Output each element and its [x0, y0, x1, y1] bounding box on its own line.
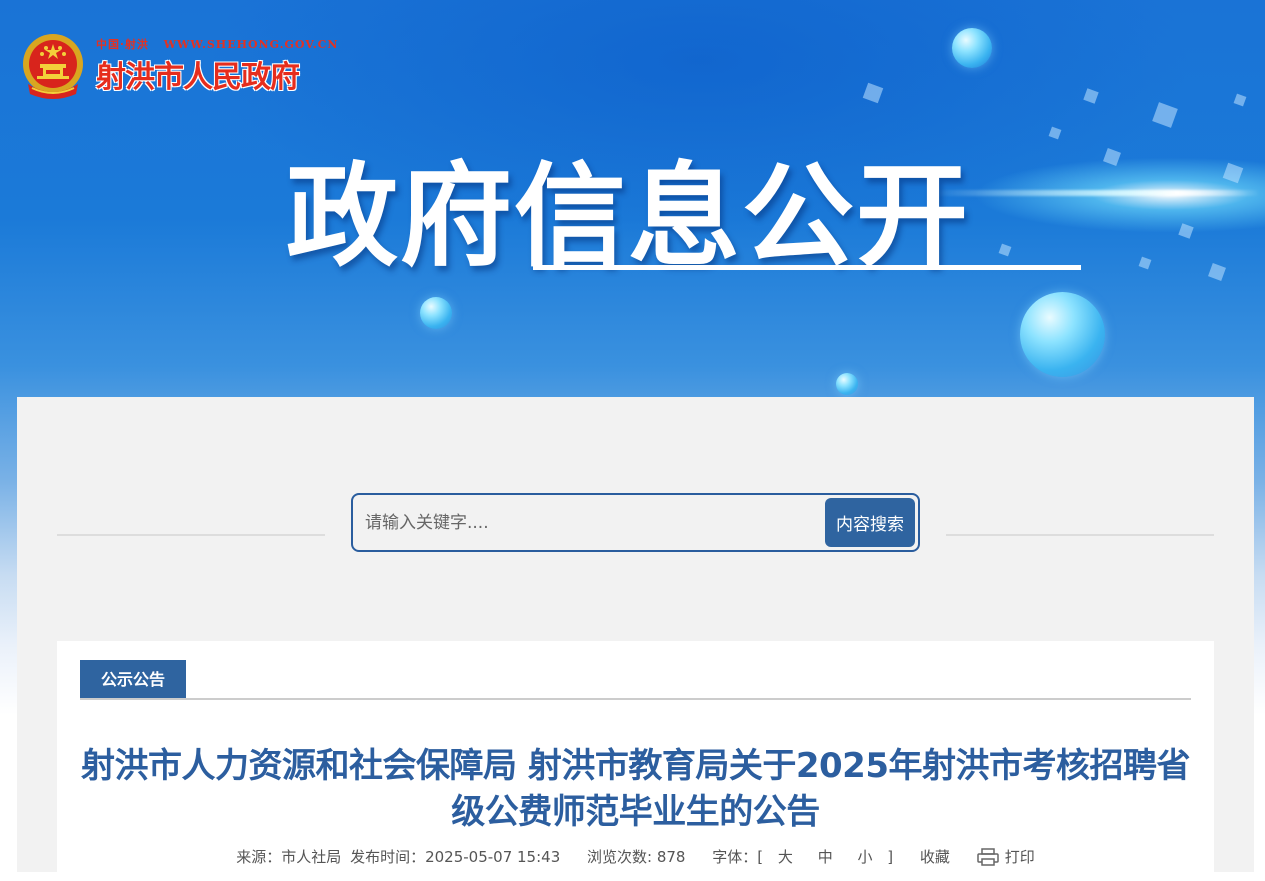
print-button[interactable]: 打印 — [976, 846, 1035, 867]
search-bar: 内容搜索 — [351, 493, 920, 552]
font-size-large-button[interactable]: 大 — [778, 846, 793, 867]
logo-name: 射洪市人民政府 — [96, 60, 300, 95]
print-label: 打印 — [1004, 848, 1035, 866]
decor-bubble — [836, 373, 858, 395]
decor-bubble — [952, 28, 992, 68]
logo-url: WWW.SHEHONG.GOV.CN — [163, 38, 339, 51]
font-size-small-button[interactable]: 小 — [857, 846, 872, 867]
font-size-close-bracket: ] — [887, 848, 894, 866]
tab-divider — [80, 698, 1191, 700]
font-size-medium-button[interactable]: 中 — [818, 846, 833, 867]
logo-tagline-region: 中国·射洪 — [96, 38, 149, 51]
font-size-label: 字体：[ — [712, 848, 764, 866]
article-source: 来源：市人社局 — [236, 848, 342, 866]
search-divider-right — [946, 534, 1214, 536]
content-panel: 内容搜索 公示公告 射洪市人力资源和社会保障局 射洪市教育局关于2025年射洪市… — [17, 397, 1254, 881]
search-divider-left — [57, 534, 325, 536]
logo-tagline: 中国·射洪 WWW.SHEHONG.GOV.CN — [96, 36, 348, 52]
article-card: 公示公告 射洪市人力资源和社会保障局 射洪市教育局关于2025年射洪市考核招聘省… — [57, 641, 1214, 881]
tab-announcements[interactable]: 公示公告 — [80, 660, 186, 699]
national-emblem-icon — [23, 34, 83, 99]
printer-icon — [976, 848, 999, 866]
article-views: 浏览次数: 878 — [587, 848, 686, 866]
article-publish-time: 发布时间：2025-05-07 15:43 — [350, 848, 561, 866]
light-flare — [930, 190, 1260, 196]
search-button[interactable]: 内容搜索 — [825, 498, 915, 547]
decor-bubble — [420, 297, 452, 329]
article-title: 射洪市人力资源和社会保障局 射洪市教育局关于2025年射洪市考核招聘省级公费师范… — [81, 746, 1190, 832]
search-input[interactable] — [365, 509, 805, 537]
article-meta: 来源：市人社局 发布时间：2025-05-07 15:43 浏览次数: 878 … — [57, 846, 1214, 867]
banner-title: 政府信息公开 — [286, 152, 970, 282]
favorite-button[interactable]: 收藏 — [920, 846, 950, 867]
decor-bubble — [1020, 292, 1105, 377]
banner-title-underline — [533, 265, 1081, 270]
site-logo[interactable]: 中国·射洪 WWW.SHEHONG.GOV.CN 射洪市人民政府 — [20, 32, 348, 100]
